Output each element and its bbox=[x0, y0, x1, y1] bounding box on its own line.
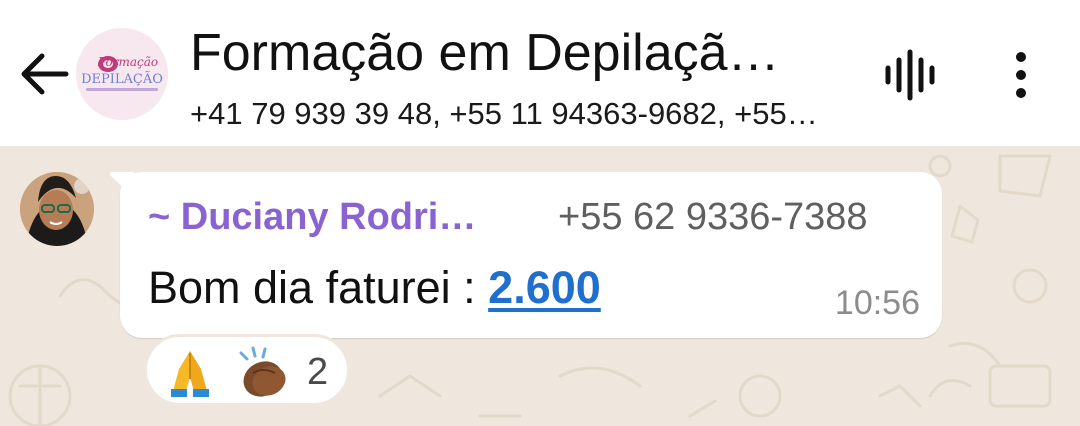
reaction-count: 2 bbox=[307, 351, 329, 393]
message-text-prefix: Bom dia faturei : bbox=[148, 262, 489, 313]
clapping-hands-icon bbox=[239, 346, 286, 397]
message-bubble[interactable]: ~ Duciany Rodri… +55 62 9336-7388 Bom di… bbox=[120, 172, 942, 338]
group-avatar[interactable]: Formação DEPILAÇÃO bbox=[76, 28, 168, 120]
svg-text:Formação: Formação bbox=[97, 55, 158, 69]
svg-text:DEPILAÇÃO: DEPILAÇÃO bbox=[81, 71, 163, 87]
sender-photo-icon bbox=[20, 172, 94, 246]
chat-header: Formação DEPILAÇÃO Formação em Depilaçã…… bbox=[0, 0, 1080, 146]
folded-hands-icon bbox=[171, 351, 209, 397]
voice-call-icon[interactable] bbox=[882, 48, 938, 102]
chat-participants[interactable]: +41 79 939 39 48, +55 11 94363-9682, +55… bbox=[190, 94, 850, 134]
chat-area: ~ Duciany Rodri… +55 62 9336-7388 Bom di… bbox=[0, 146, 1080, 426]
message-timestamp: 10:56 bbox=[834, 284, 920, 322]
message-text: Bom dia faturei : 2.600 bbox=[148, 260, 601, 316]
sender-avatar[interactable] bbox=[20, 172, 94, 246]
reactions-pill[interactable]: 2 bbox=[144, 334, 350, 406]
message-link[interactable]: 2.600 bbox=[488, 262, 601, 313]
back-arrow-icon[interactable] bbox=[18, 50, 72, 98]
message-sender-phone[interactable]: +55 62 9336-7388 bbox=[558, 194, 868, 240]
more-options-icon[interactable] bbox=[1005, 50, 1037, 100]
chat-title[interactable]: Formação em Depilaçã… bbox=[190, 22, 850, 84]
message-sender-name[interactable]: ~ Duciany Rodri… bbox=[148, 194, 476, 240]
group-logo-icon: Formação DEPILAÇÃO bbox=[76, 28, 168, 120]
